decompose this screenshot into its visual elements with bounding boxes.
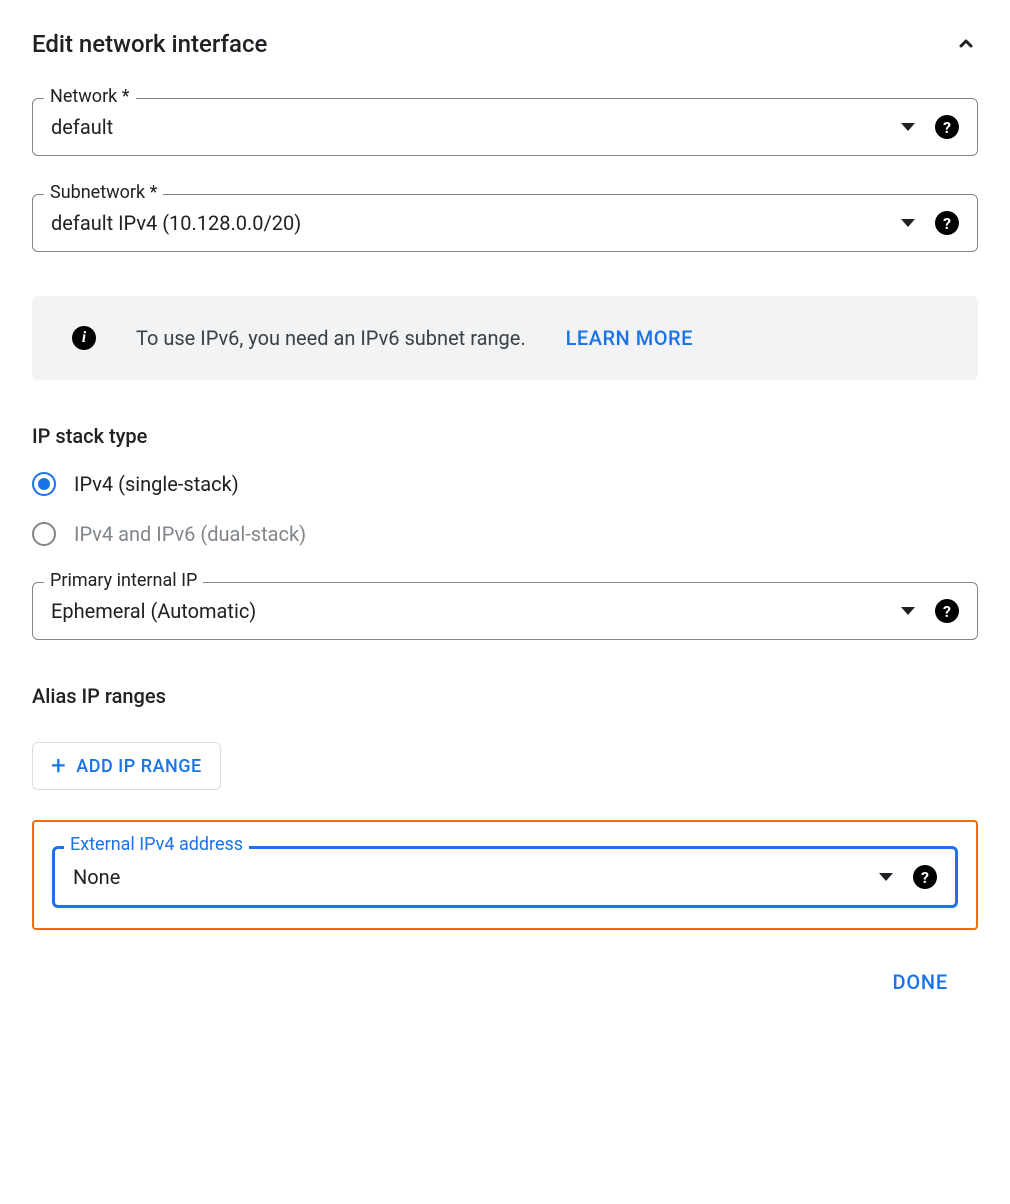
external-ipv4-highlight: External IPv4 address None ?	[32, 820, 978, 930]
network-field: Network * default ?	[32, 98, 978, 156]
chevron-up-icon[interactable]	[954, 32, 978, 56]
network-label: Network *	[44, 86, 136, 107]
alias-ip-heading: Alias IP ranges	[32, 684, 978, 708]
subnetwork-label: Subnetwork *	[44, 182, 163, 203]
dropdown-arrow-icon	[879, 873, 893, 881]
primary-internal-ip-label: Primary internal IP	[44, 570, 203, 591]
ipv4-ipv6-dual-stack-radio: IPv4 and IPv6 (dual-stack)	[32, 522, 978, 546]
learn-more-link[interactable]: LEARN MORE	[566, 326, 693, 350]
radio-unchecked-icon	[32, 522, 56, 546]
subnetwork-value: default IPv4 (10.128.0.0/20)	[51, 211, 301, 235]
external-ipv4-select[interactable]: None ?	[52, 846, 958, 908]
dropdown-arrow-icon	[901, 219, 915, 227]
radio-label: IPv4 (single-stack)	[74, 472, 239, 496]
radio-checked-icon	[32, 472, 56, 496]
add-ip-range-label: ADD IP RANGE	[76, 756, 201, 777]
subnetwork-select[interactable]: default IPv4 (10.128.0.0/20) ?	[32, 194, 978, 252]
network-value: default	[51, 115, 113, 139]
external-ipv4-value: None	[73, 865, 120, 889]
dropdown-arrow-icon	[901, 123, 915, 131]
ipv4-single-stack-radio[interactable]: IPv4 (single-stack)	[32, 472, 978, 496]
info-icon: i	[72, 326, 96, 350]
network-select[interactable]: default ?	[32, 98, 978, 156]
add-ip-range-button[interactable]: + ADD IP RANGE	[32, 742, 221, 790]
help-icon[interactable]: ?	[935, 115, 959, 139]
dropdown-arrow-icon	[901, 607, 915, 615]
primary-internal-ip-value: Ephemeral (Automatic)	[51, 599, 256, 623]
ipv6-info-banner: i To use IPv6, you need an IPv6 subnet r…	[32, 296, 978, 380]
primary-internal-ip-field: Primary internal IP Ephemeral (Automatic…	[32, 582, 978, 640]
panel-title: Edit network interface	[32, 30, 267, 58]
ip-stack-radio-group: IPv4 (single-stack) IPv4 and IPv6 (dual-…	[32, 472, 978, 546]
subnetwork-field: Subnetwork * default IPv4 (10.128.0.0/20…	[32, 194, 978, 252]
panel-header: Edit network interface	[32, 30, 978, 58]
ip-stack-heading: IP stack type	[32, 424, 978, 448]
radio-label: IPv4 and IPv6 (dual-stack)	[74, 522, 306, 546]
external-ipv4-label: External IPv4 address	[64, 834, 249, 855]
help-icon[interactable]: ?	[935, 599, 959, 623]
info-text: To use IPv6, you need an IPv6 subnet ran…	[136, 326, 526, 350]
done-button[interactable]: DONE	[892, 970, 948, 994]
external-ipv4-field: External IPv4 address None ?	[52, 846, 958, 908]
plus-icon: +	[51, 753, 66, 779]
help-icon[interactable]: ?	[935, 211, 959, 235]
help-icon[interactable]: ?	[913, 865, 937, 889]
